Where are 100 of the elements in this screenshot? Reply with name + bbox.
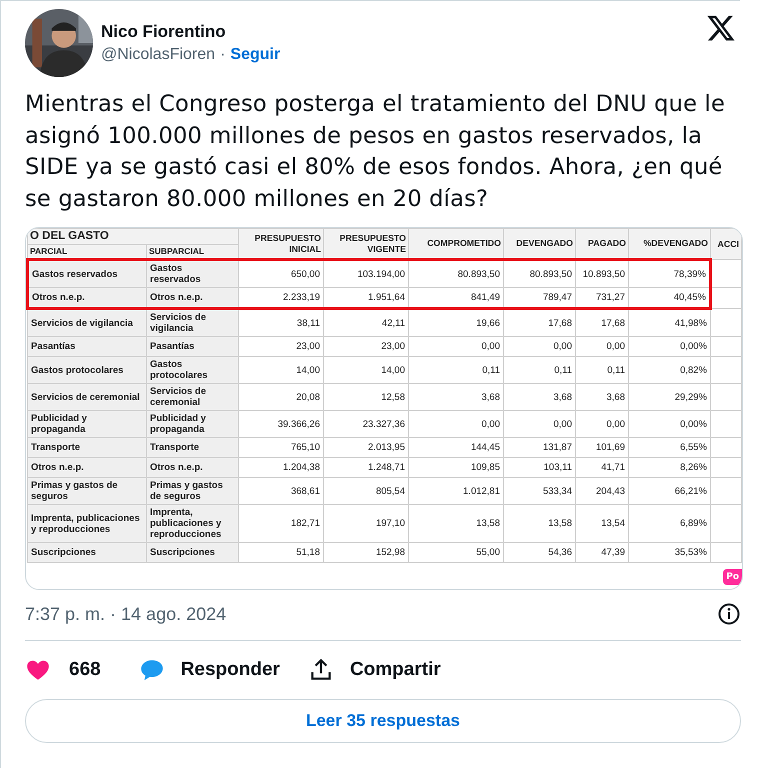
table-cell: Imprenta, publicaciones y reproducciones <box>146 504 238 542</box>
share-button[interactable]: Compartir <box>308 657 441 683</box>
table-cell: 0,11 <box>504 356 576 384</box>
table-cell: Otros n.e.p. <box>28 288 146 308</box>
table-cell: 41,98% <box>628 308 710 336</box>
table-cell: 23,00 <box>238 336 324 356</box>
table-cell: 0,00 <box>576 410 628 438</box>
table-cell: Otros n.e.p. <box>28 458 146 478</box>
table-cell: 109,85 <box>408 458 504 478</box>
table-cell: Gastos reservados <box>28 260 146 288</box>
table-cell: 0,00 <box>576 336 628 356</box>
table-cell: 841,49 <box>408 288 504 308</box>
table-cell: Servicios de vigilancia <box>146 308 238 336</box>
table-cell: 0,82% <box>628 356 710 384</box>
table-cell: 13,54 <box>576 504 628 542</box>
column-header: ACCI <box>710 228 742 260</box>
column-header: PRESUPUESTO VIGENTE <box>324 228 408 260</box>
table-cell: Primas y gastos de seguros <box>146 478 238 504</box>
table-cell: 0,00 <box>504 410 576 438</box>
column-header: PAGADO <box>576 228 628 260</box>
table-cell: 78,39% <box>628 260 710 288</box>
table-cell: Servicios de vigilancia <box>28 308 146 336</box>
table-cell: Publicidad y propaganda <box>146 410 238 438</box>
table-cell: 368,61 <box>238 478 324 504</box>
table-cell: Gastos protocolares <box>28 356 146 384</box>
table-cell: Transporte <box>146 438 238 458</box>
table-cell: 6,55% <box>628 438 710 458</box>
author-handle: @NicolasFioren <box>101 46 216 64</box>
table-cell: 152,98 <box>324 542 408 562</box>
table-cell: 789,47 <box>504 288 576 308</box>
table-cell: 0,00% <box>628 336 710 356</box>
read-replies-button[interactable]: Leer 35 respuestas <box>25 699 741 743</box>
table-cell: 131,87 <box>504 438 576 458</box>
table-cell: 3,68 <box>504 384 576 410</box>
table-cell: 0,00 <box>408 410 504 438</box>
table-cell: 1.951,64 <box>324 288 408 308</box>
like-count: 668 <box>69 659 101 681</box>
table-cell: 1.204,38 <box>238 458 324 478</box>
table-cell: 17,68 <box>504 308 576 336</box>
table-cell: 204,43 <box>576 478 628 504</box>
table-cell: 13,58 <box>504 504 576 542</box>
column-header: O DEL GASTO <box>28 228 238 244</box>
table-cell: Publicidad y propaganda <box>28 410 146 438</box>
table-cell: 80.893,50 <box>504 260 576 288</box>
table-cell: Gastos reservados <box>146 260 238 288</box>
table-cell: 80.893,50 <box>408 260 504 288</box>
table-cell: 10.893,50 <box>576 260 628 288</box>
table-cell: Suscripciones <box>28 542 146 562</box>
table-cell: 3,68 <box>408 384 504 410</box>
table-cell: 103,11 <box>504 458 576 478</box>
table-cell: 0,11 <box>408 356 504 384</box>
column-header: PRESUPUESTO INICIAL <box>238 228 324 260</box>
table-cell: 13,58 <box>408 504 504 542</box>
table-cell: 23,00 <box>324 336 408 356</box>
table-cell: Otros n.e.p. <box>146 288 238 308</box>
table-cell: 14,00 <box>238 356 324 384</box>
separator: · <box>220 46 226 64</box>
table-cell: 35,53% <box>628 542 710 562</box>
table-cell: 51,18 <box>238 542 324 562</box>
table-cell: 0,11 <box>576 356 628 384</box>
table-cell: 17,68 <box>576 308 628 336</box>
table-cell: 2.233,19 <box>238 288 324 308</box>
table-cell: 731,27 <box>576 288 628 308</box>
table-cell: 765,10 <box>238 438 324 458</box>
timestamp: 7:37 p. m. · 14 ago. 2024 <box>25 604 226 624</box>
table-cell: 8,26% <box>628 458 710 478</box>
table-cell: 54,36 <box>504 542 576 562</box>
table-cell: 0,00 <box>504 336 576 356</box>
table-cell: 182,71 <box>238 504 324 542</box>
follow-link[interactable]: Seguir <box>230 46 280 64</box>
column-header: COMPROMETIDO <box>408 228 504 260</box>
tweet-text: Mientras el Congreso posterga el tratamiento del DNU que le asignó 100.000 millones de pesos en gastos reservados, la SIDE ya se gastó casi el 80% de esos fondos. Ahora, ¿en qué se gastaron 80.000 millones en 20 días? <box>25 90 726 214</box>
table-cell: Primas y gastos de seguros <box>28 478 146 504</box>
app-badge: Po <box>723 569 742 585</box>
table-cell: 14,00 <box>324 356 408 384</box>
table-cell: 23.327,36 <box>324 410 408 438</box>
table-cell: 29,29% <box>628 384 710 410</box>
reply-button[interactable]: Responder <box>138 657 280 683</box>
table-cell: 650,00 <box>238 260 324 288</box>
table-cell: 40,45% <box>628 288 710 308</box>
table-cell: 805,54 <box>324 478 408 504</box>
table-cell: 66,21% <box>628 478 710 504</box>
table-cell: 101,69 <box>576 438 628 458</box>
table-cell: 47,39 <box>576 542 628 562</box>
table-cell: 38,11 <box>238 308 324 336</box>
table-cell: 0,00% <box>628 410 710 438</box>
column-header: DEVENGADO <box>504 228 576 260</box>
table-cell: 103.194,00 <box>324 260 408 288</box>
column-header: %DEVENGADO <box>628 228 710 260</box>
table-cell: 197,10 <box>324 504 408 542</box>
table-cell: 1.248,71 <box>324 458 408 478</box>
table-cell: 0,00 <box>408 336 504 356</box>
table-cell: Gastos protocolares <box>146 356 238 384</box>
author-name: Nico Fiorentino <box>101 22 227 42</box>
table-cell: 3,68 <box>576 384 628 410</box>
table-cell: 55,00 <box>408 542 504 562</box>
table-cell: 144,45 <box>408 438 504 458</box>
table-cell: 42,11 <box>324 308 408 336</box>
table-cell: 19,66 <box>408 308 504 336</box>
table-cell: 6,89% <box>628 504 710 542</box>
